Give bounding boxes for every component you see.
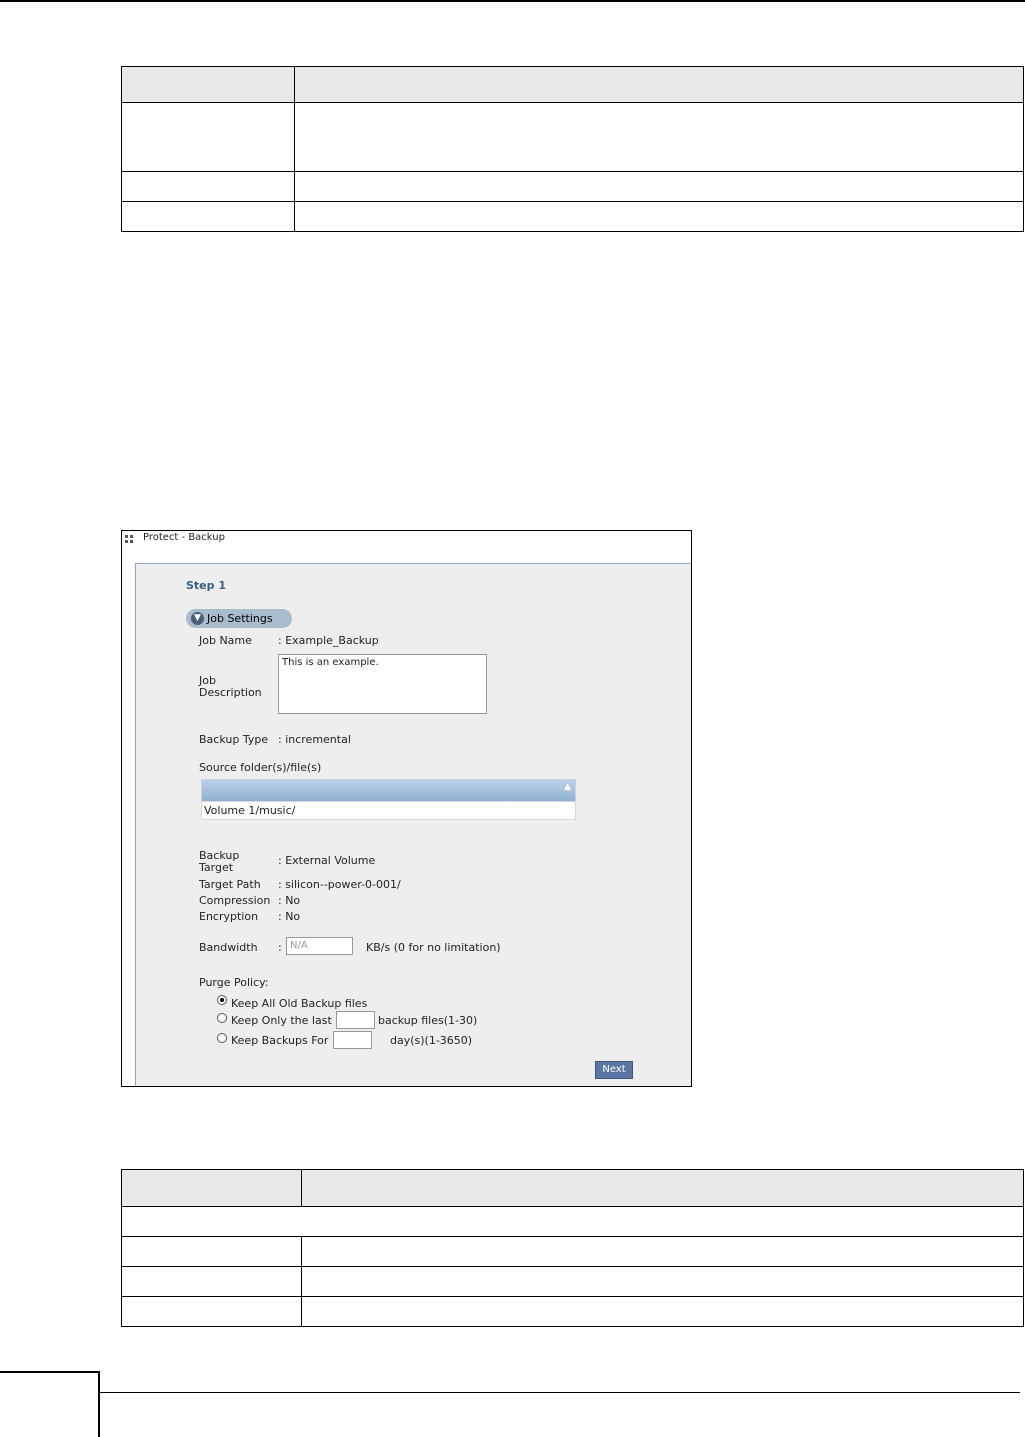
table-cell xyxy=(301,1169,1024,1207)
panel-title: Protect - Backup xyxy=(143,532,225,543)
backup-screenshot: Protect - Backup Step 1 ▼ Job Settings J… xyxy=(121,530,692,1087)
table-row xyxy=(121,1236,1024,1267)
backup-type-value: : incremental xyxy=(278,733,351,746)
page-number-box xyxy=(0,1371,100,1437)
job-description-label-2: Description xyxy=(199,686,262,699)
table-cell xyxy=(121,1296,302,1327)
purge-keep-days-suffix: day(s)(1-3650) xyxy=(390,1034,473,1047)
purge-keep-all-label: Keep All Old Backup files xyxy=(231,997,368,1010)
purge-keep-last-suffix: backup files(1-30) xyxy=(378,1014,478,1027)
table-cell xyxy=(294,102,1024,172)
job-description-input[interactable]: This is an example. xyxy=(278,654,487,714)
purge-keep-all-radio[interactable] xyxy=(217,995,227,1005)
purge-keep-days-label: Keep Backups For xyxy=(231,1034,329,1047)
table-cell xyxy=(301,1266,1024,1297)
purge-keep-days-radio[interactable] xyxy=(217,1033,227,1043)
table-cell xyxy=(121,66,295,103)
encryption-value: : No xyxy=(278,910,301,923)
label-description-table-top xyxy=(121,66,1024,232)
page-top-rule xyxy=(0,0,1025,2)
purge-keep-last-input[interactable] xyxy=(336,1011,375,1029)
table-cell xyxy=(294,66,1024,103)
job-name-value: : Example_Backup xyxy=(278,634,379,647)
grid-icon xyxy=(125,535,134,544)
purge-keep-last-label: Keep Only the last xyxy=(231,1014,332,1027)
table-cell xyxy=(121,171,295,202)
table-cell xyxy=(301,1296,1024,1327)
compression-value: : No xyxy=(278,894,301,907)
footer-rule xyxy=(100,1392,1020,1393)
table-header-row xyxy=(121,66,1024,103)
source-label: Source folder(s)/file(s) xyxy=(199,761,322,774)
table-row xyxy=(121,1296,1024,1327)
table-cell xyxy=(121,201,295,232)
table-row xyxy=(121,201,1024,232)
table-cell xyxy=(121,1236,302,1267)
encryption-label: Encryption xyxy=(199,910,259,923)
table-cell xyxy=(301,1236,1024,1267)
bandwidth-colon: : xyxy=(278,941,282,954)
table-cell xyxy=(294,201,1024,232)
panel-body: Step 1 ▼ Job Settings Job Name : Example… xyxy=(135,563,691,1086)
backup-type-label: Backup Type xyxy=(199,733,269,746)
source-list-item[interactable]: Volume 1/music/ xyxy=(201,801,576,820)
table-cell xyxy=(121,1266,302,1297)
table-header-row xyxy=(121,1169,1024,1207)
label-description-table-bottom xyxy=(121,1169,1024,1327)
bandwidth-unit: KB/s (0 for no limitation) xyxy=(366,941,501,954)
purge-policy-label: Purge Policy: xyxy=(199,976,269,989)
purge-keep-days-input[interactable] xyxy=(333,1031,372,1049)
backup-target-label-2: Target xyxy=(199,861,234,874)
panel-title-bar: Protect - Backup xyxy=(122,531,691,547)
purge-keep-last-radio[interactable] xyxy=(217,1013,227,1023)
table-cell xyxy=(121,102,295,172)
table-cell xyxy=(121,1206,1024,1237)
target-path-label: Target Path xyxy=(199,878,261,891)
bandwidth-label: Bandwidth xyxy=(199,941,258,954)
table-cell xyxy=(121,1169,302,1207)
table-row xyxy=(121,1266,1024,1297)
table-row xyxy=(121,171,1024,202)
table-section-row xyxy=(121,1206,1024,1237)
target-path-value: : silicon--power-0-001/ xyxy=(278,878,401,891)
step-heading: Step 1 xyxy=(186,579,226,592)
job-name-label: Job Name xyxy=(199,634,252,647)
job-settings-label: Job Settings xyxy=(207,612,273,625)
next-button[interactable]: Next xyxy=(595,1061,633,1079)
source-path: Volume 1/music/ xyxy=(204,804,296,817)
source-list-header[interactable]: ▲ xyxy=(201,779,576,802)
table-cell xyxy=(294,171,1024,202)
backup-target-value: : External Volume xyxy=(278,854,376,867)
bandwidth-placeholder: N/A xyxy=(290,940,308,951)
table-row xyxy=(121,102,1024,172)
compression-label: Compression xyxy=(199,894,271,907)
collapse-arrow-icon: ▼ xyxy=(191,612,204,625)
sort-up-icon: ▲ xyxy=(564,782,571,792)
job-settings-toggle[interactable]: ▼ Job Settings xyxy=(186,609,292,628)
bandwidth-input[interactable]: N/A xyxy=(286,937,353,955)
